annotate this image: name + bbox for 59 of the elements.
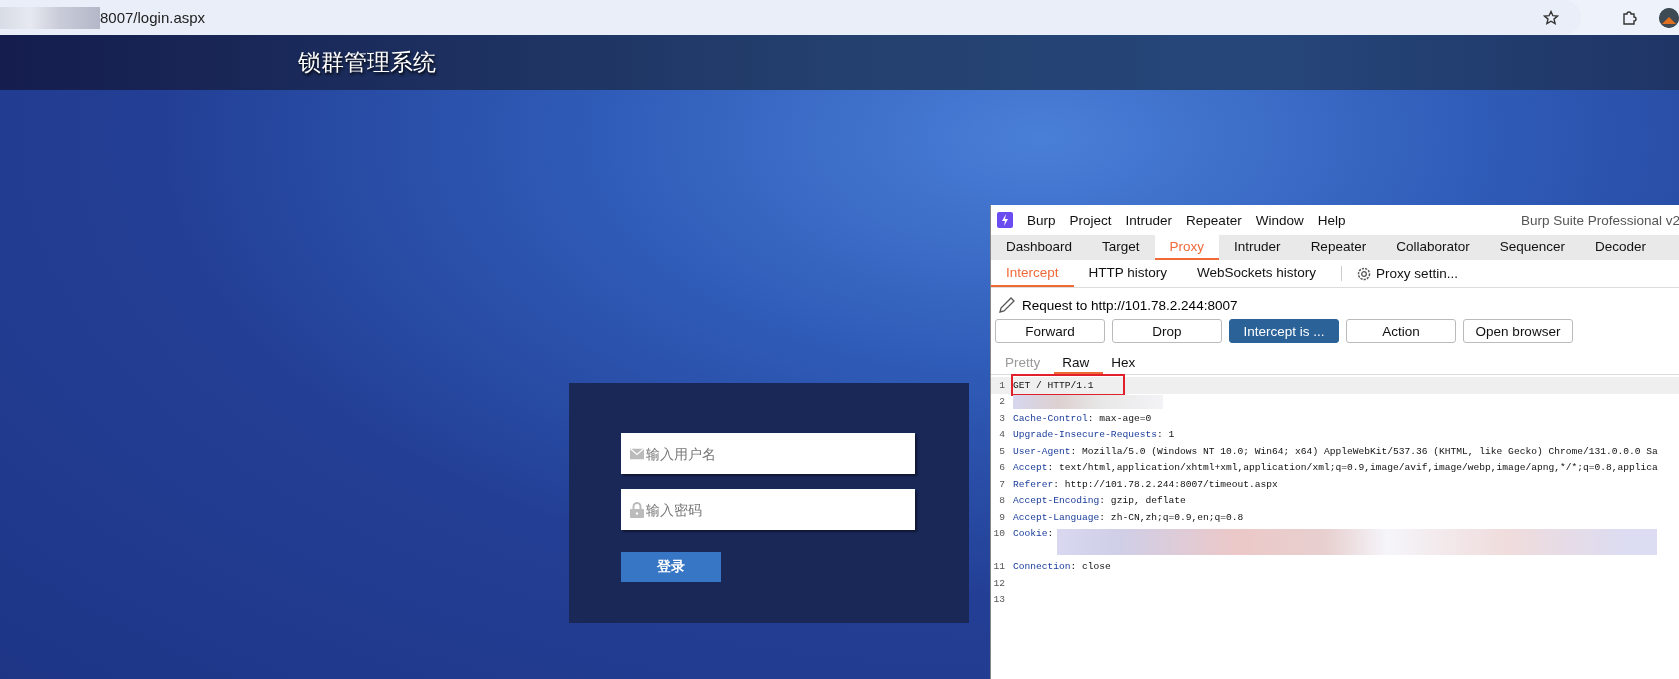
tool-tab[interactable]: Repeater — [1295, 235, 1382, 260]
line-number: 3 — [998, 412, 1006, 424]
line-number: 12 — [992, 577, 1006, 589]
tool-tab[interactable]: Sequencer — [1484, 235, 1581, 260]
line-number: 2 — [998, 396, 1006, 408]
window-title: Burp Suite Professional v2 — [1520, 212, 1679, 228]
tool-tab[interactable]: Decoder — [1580, 235, 1662, 260]
login-button[interactable]: 登录 — [621, 552, 721, 582]
password-field[interactable]: 输入密码 — [621, 489, 915, 530]
intercept-action-button[interactable]: Forward — [995, 319, 1105, 343]
proxy-settings-button[interactable]: Proxy settin... — [1352, 260, 1462, 287]
header-line-text: Accept-Language: zh-CN,zh;q=0.9,en;q=0.8 — [1013, 511, 1244, 523]
menu-item[interactable]: Project — [1069, 212, 1112, 228]
menu-item[interactable]: Window — [1255, 212, 1304, 228]
line-number: 10 — [992, 528, 1006, 540]
tool-tab[interactable]: Target — [1087, 235, 1155, 260]
header-line-text: Cookie: — [1013, 528, 1054, 540]
header-line-text: Accept: text/html,application/xhtml+xml,application/xml;q=0.9,image/avif,image/webp,image/apng,*/*;q=0.8,applica — [1013, 462, 1658, 474]
lightning-logo-icon — [997, 212, 1013, 228]
intercept-action-button[interactable]: Intercept is ... — [1229, 319, 1339, 343]
line-number: 4 — [998, 429, 1006, 441]
header-line-text: Connection: close — [1013, 561, 1111, 573]
intercept-action-button[interactable]: Drop — [1112, 319, 1222, 343]
line-number: 7 — [998, 478, 1006, 490]
menu-item[interactable]: Repeater — [1186, 212, 1242, 228]
header-line-text: Accept-Encoding: gzip, deflate — [1013, 495, 1186, 507]
tool-tab[interactable]: Dashboard — [991, 235, 1088, 260]
star-icon[interactable] — [1543, 9, 1559, 26]
request-target-label: Request to http://101.78.2.244:8007 — [1022, 297, 1238, 313]
intercept-action-button[interactable]: Open browser — [1463, 319, 1573, 343]
tool-tab[interactable]: Intruder — [1219, 235, 1296, 260]
header-line-text: Upgrade-Insecure-Requests: 1 — [1013, 429, 1175, 441]
settings-icon — [1356, 265, 1373, 282]
sub-tab[interactable]: HTTP history — [1073, 260, 1183, 287]
site-title: 锁群管理系统 — [298, 48, 436, 77]
line-number: 9 — [998, 511, 1006, 523]
line-number: 8 — [998, 495, 1006, 507]
line-number: 1 — [998, 379, 1006, 391]
sub-tab[interactable]: WebSockets history — [1182, 260, 1332, 287]
tool-tab[interactable]: Collaborator — [1381, 235, 1485, 260]
line-number: 6 — [998, 462, 1006, 474]
intercept-action-button[interactable]: Action — [1346, 319, 1456, 343]
puzzle-icon[interactable] — [1621, 9, 1637, 26]
pencil-icon — [998, 296, 1016, 314]
avatar-icon[interactable] — [1659, 7, 1679, 28]
view-tab[interactable]: Hex — [1103, 355, 1150, 374]
header-line-text: Cache-Control: max-age=0 — [1013, 412, 1152, 424]
line-number: 11 — [992, 561, 1006, 573]
line-number: 5 — [998, 445, 1006, 457]
username-field[interactable]: 输入用户名 — [621, 433, 915, 474]
header-line-text: User-Agent: Mozilla/5.0 (Windows NT 10.0; Win64; x64) AppleWebKit/537.36 (KHTML, like Gecko) Chrome/131.0.0.0 Sa — [1013, 445, 1658, 457]
menu-item[interactable]: Help — [1317, 212, 1346, 228]
header-line-text: Referer: http://101.78.2.244:8007/timeout.aspx — [1013, 478, 1278, 490]
menu-item[interactable]: Intruder — [1125, 212, 1173, 228]
line-number: 13 — [992, 594, 1006, 606]
address-bar-url[interactable]: 8007/login.aspx — [100, 9, 206, 26]
menu-item[interactable]: Burp — [1027, 212, 1056, 228]
view-tab[interactable]: Raw — [1054, 355, 1104, 374]
request-line-text: GET / HTTP/1.1 — [1013, 379, 1094, 391]
